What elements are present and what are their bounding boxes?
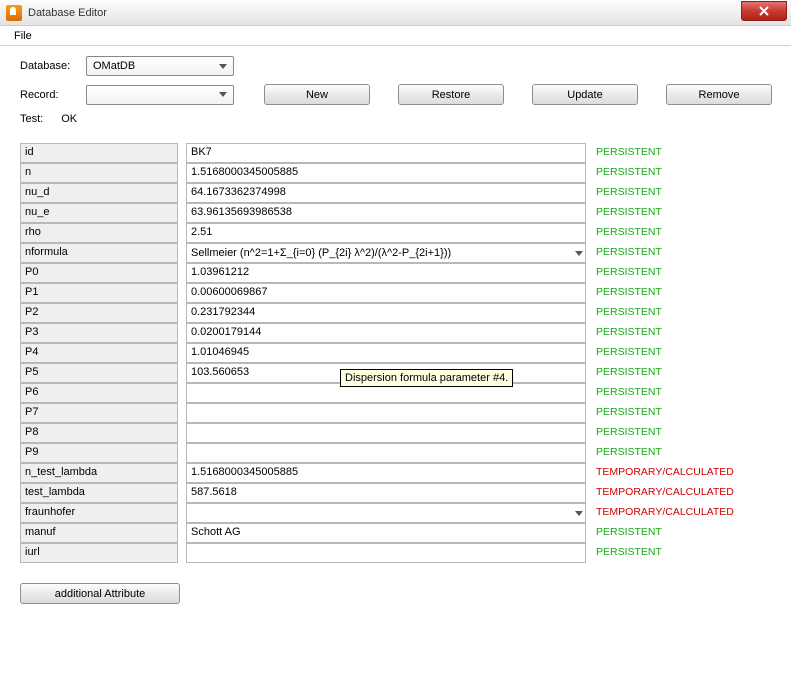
attr-status-P3: PERSISTENT [594,323,774,343]
attr-name-rho: rho [20,223,178,243]
update-button[interactable]: Update [532,84,638,105]
attr-input-P0[interactable]: 1.03961212 [186,263,586,283]
close-icon [758,6,770,16]
attr-status-P1: PERSISTENT [594,283,774,303]
attr-input-P2[interactable]: 0.231792344 [186,303,586,323]
attribute-grid: id BK7 PERSISTENT n 1.5168000345005885 PERSIS… [20,143,775,563]
attr-status-nu_d: PERSISTENT [594,183,774,203]
attr-name-test_lambda: test_lambda [20,483,178,503]
test-status: OK [61,113,77,125]
attr-status-fraunhofer: TEMPORARY/CALCULATED [594,503,774,523]
attr-status-P8: PERSISTENT [594,423,774,443]
attr-name-manuf: manuf [20,523,178,543]
additional-attribute-button[interactable]: additional Attribute [20,583,180,604]
attr-status-n_test_lambda: TEMPORARY/CALCULATED [594,463,774,483]
attr-status-id: PERSISTENT [594,143,774,163]
window-titlebar: Database Editor [0,0,791,26]
attr-name-id: id [20,143,178,163]
remove-button[interactable]: Remove [666,84,772,105]
attr-status-P5: PERSISTENT [594,363,774,383]
attr-name-n: n [20,163,178,183]
database-combo[interactable]: OMatDB [86,56,234,76]
chevron-down-icon [215,58,231,74]
attr-status-P7: PERSISTENT [594,403,774,423]
close-button[interactable] [741,1,787,21]
new-button[interactable]: New [264,84,370,105]
attr-status-P2: PERSISTENT [594,303,774,323]
attr-select-nformula[interactable]: Sellmeier (n^2=1+Σ_{i=0} (P_{2i} λ^2)/(λ… [186,243,586,263]
attr-name-nu_e: nu_e [20,203,178,223]
attr-name-P7: P7 [20,403,178,423]
attr-input-test_lambda[interactable]: 587.5618 [186,483,586,503]
java-icon [6,5,22,21]
attr-status-n: PERSISTENT [594,163,774,183]
attr-name-P3: P3 [20,323,178,343]
attr-status-P0: PERSISTENT [594,263,774,283]
attr-input-rho[interactable]: 2.51 [186,223,586,243]
attr-name-P2: P2 [20,303,178,323]
tooltip: Dispersion formula parameter #4. [340,369,513,387]
attr-name-n_test_lambda: n_test_lambda [20,463,178,483]
attr-name-P8: P8 [20,423,178,443]
attr-status-P6: PERSISTENT [594,383,774,403]
attr-name-fraunhofer: fraunhofer [20,503,178,523]
attr-status-test_lambda: TEMPORARY/CALCULATED [594,483,774,503]
attr-name-P9: P9 [20,443,178,463]
attr-status-iurl: PERSISTENT [594,543,774,563]
attr-input-P7[interactable] [186,403,586,423]
attr-input-P3[interactable]: 0.0200179144 [186,323,586,343]
window-title: Database Editor [28,7,107,19]
attr-input-iurl[interactable] [186,543,586,563]
attr-name-P6: P6 [20,383,178,403]
attr-input-id[interactable]: BK7 [186,143,586,163]
attr-input-P9[interactable] [186,443,586,463]
attr-status-rho: PERSISTENT [594,223,774,243]
attr-name-iurl: iurl [20,543,178,563]
attr-name-P1: P1 [20,283,178,303]
attr-input-P4[interactable]: 1.01046945 [186,343,586,363]
attr-status-manuf: PERSISTENT [594,523,774,543]
attr-status-P4: PERSISTENT [594,343,774,363]
attr-name-nformula: nformula [20,243,178,263]
record-label: Record: [20,89,76,101]
menubar: File [0,26,791,46]
attr-input-P1[interactable]: 0.00600069867 [186,283,586,303]
restore-button[interactable]: Restore [398,84,504,105]
attr-status-P9: PERSISTENT [594,443,774,463]
test-label: Test: [20,113,43,125]
record-combo[interactable] [86,85,234,105]
chevron-down-icon [575,247,583,259]
chevron-down-icon [215,87,231,103]
content-area: Database: OMatDB Record: New Restore Upd… [0,46,791,620]
database-label: Database: [20,60,76,72]
attr-input-nu_e[interactable]: 63.96135693986538 [186,203,586,223]
attr-name-P0: P0 [20,263,178,283]
attr-value-nformula: Sellmeier (n^2=1+Σ_{i=0} (P_{2i} λ^2)/(λ… [191,247,451,259]
attr-status-nu_e: PERSISTENT [594,203,774,223]
chevron-down-icon [575,507,583,519]
attr-name-P4: P4 [20,343,178,363]
menu-file[interactable]: File [6,28,40,44]
attr-status-nformula: PERSISTENT [594,243,774,263]
attr-input-n_test_lambda[interactable]: 1.5168000345005885 [186,463,586,483]
attr-input-manuf[interactable]: Schott AG [186,523,586,543]
attr-input-n[interactable]: 1.5168000345005885 [186,163,586,183]
attr-name-P5: P5 [20,363,178,383]
attr-input-nu_d[interactable]: 64.1673362374998 [186,183,586,203]
attr-select-fraunhofer[interactable] [186,503,586,523]
database-value: OMatDB [93,60,135,72]
attr-input-P8[interactable] [186,423,586,443]
attr-name-nu_d: nu_d [20,183,178,203]
